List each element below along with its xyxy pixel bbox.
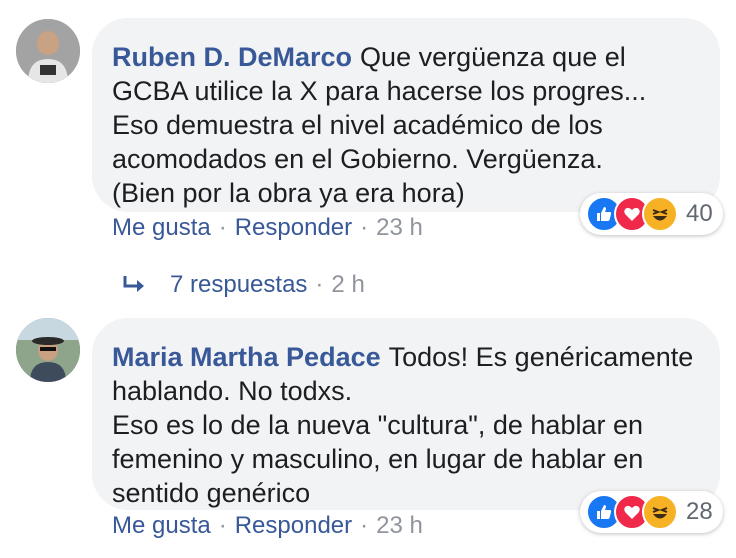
- comment-author[interactable]: Ruben D. DeMarco: [112, 42, 352, 72]
- avatar-photo-icon: [16, 318, 80, 382]
- separator: ·: [315, 271, 324, 298]
- separator: ·: [218, 512, 227, 539]
- avatar[interactable]: [16, 19, 80, 83]
- view-replies[interactable]: 7 respuestas · 2 h: [122, 271, 365, 299]
- comment-bubble: Ruben D. DeMarco Que vergüenza que el GCB…: [92, 18, 720, 212]
- avatar[interactable]: [16, 318, 80, 382]
- avatar-photo-icon: [16, 19, 80, 83]
- comment-timestamp[interactable]: 23 h: [376, 214, 423, 242]
- comment-author[interactable]: Maria Martha Pedace: [112, 342, 381, 372]
- comment-actions: Me gusta · Responder · 23 h: [112, 214, 423, 242]
- reply-arrow-icon: [123, 276, 144, 292]
- separator: ·: [360, 214, 369, 241]
- comment-timestamp[interactable]: 23 h: [376, 512, 423, 540]
- reactions-summary[interactable]: 40: [580, 193, 723, 235]
- comment-actions: Me gusta · Responder · 23 h: [112, 512, 423, 540]
- haha-icon: [642, 196, 678, 232]
- like-link[interactable]: Me gusta: [112, 512, 211, 540]
- replies-count-link[interactable]: 7 respuestas: [170, 271, 307, 299]
- comment-bubble: Maria Martha Pedace Todos! Es genéricamen…: [92, 318, 720, 510]
- replies-timestamp: 2 h: [331, 271, 365, 298]
- like-link[interactable]: Me gusta: [112, 214, 211, 242]
- reaction-count: 40: [686, 200, 713, 227]
- reply-link[interactable]: Responder: [235, 214, 352, 242]
- reactions-summary[interactable]: 28: [580, 491, 723, 533]
- reaction-count: 28: [686, 498, 713, 525]
- reply-link[interactable]: Responder: [235, 512, 352, 540]
- separator: ·: [218, 214, 227, 241]
- separator: ·: [360, 512, 369, 539]
- haha-icon: [642, 494, 678, 530]
